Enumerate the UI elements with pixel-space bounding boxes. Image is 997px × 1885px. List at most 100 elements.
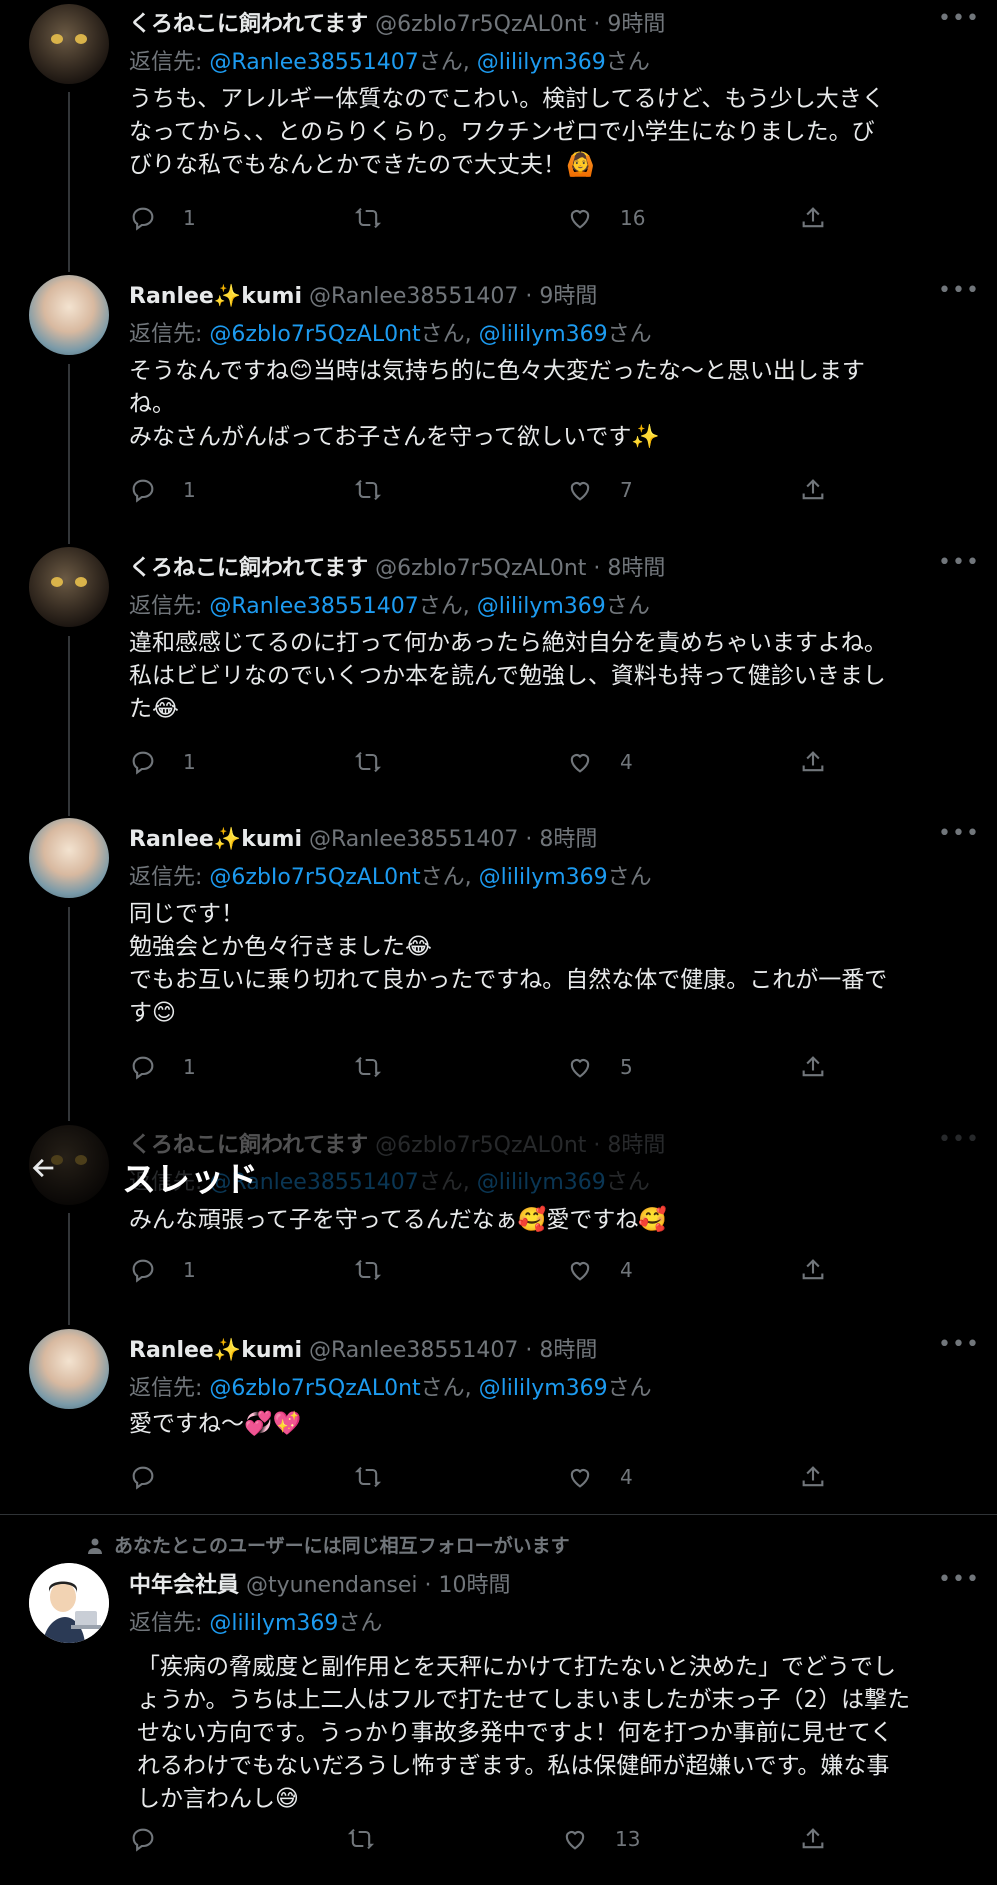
like-button[interactable]: 5 [566,1053,633,1081]
tweet[interactable]: あなたとこのユーザーには同じ相互フォローがいます 中年会社員 @tyunenda… [0,1515,997,1885]
avatar[interactable] [29,275,109,355]
retweet-icon [347,1828,375,1850]
share-button[interactable] [799,1053,827,1081]
share-button[interactable] [799,1825,827,1853]
more-icon[interactable]: ••• [938,6,980,31]
like-button[interactable]: 4 [566,748,633,776]
mention-link[interactable]: @lililym369 [477,594,606,619]
avatar[interactable] [29,547,109,627]
user-handle[interactable]: @6zbIo7r5QzAL0nt [375,556,586,581]
display-name[interactable]: くろねこに飼われてます [129,556,368,581]
avatar[interactable] [29,1329,109,1409]
display-name[interactable]: Ranlee✨kumi [129,284,302,309]
reply-icon [132,479,154,503]
retweet-icon [354,1466,382,1488]
display-name[interactable]: 中年会社員 [129,1573,239,1598]
reply-button[interactable]: 1 [129,1053,196,1081]
more-icon[interactable]: ••• [938,1567,980,1592]
share-button[interactable] [799,476,827,504]
retweet-button[interactable] [347,1825,401,1853]
tweet-header: Ranlee✨kumi @Ranlee38551407 · 9時間 [129,284,598,309]
like-button[interactable]: 13 [561,1825,640,1853]
reply-button[interactable]: 1 [129,1256,196,1284]
reply-count: 1 [183,1258,196,1282]
more-icon[interactable]: ••• [938,821,980,846]
avatar[interactable] [29,4,109,84]
reply-button[interactable] [129,1825,183,1853]
reply-count: 1 [183,478,196,502]
mention-link[interactable]: @lililym369 [477,50,606,75]
tweet[interactable]: くろねこに飼われてます @6zbIo7r5QzAL0nt · 9時間 ••• 返… [0,0,997,270]
avatar[interactable] [29,1563,109,1643]
retweet-button[interactable] [354,1463,408,1491]
more-icon[interactable]: ••• [938,1332,980,1357]
tweet[interactable]: Ranlee✨kumi @Ranlee38551407 · 9時間 ••• 返信… [0,272,997,542]
tweet-text: 「疾病の脅威度と副作用とを天秤にかけて打たないと決めた」でどうでし ょうか。うち… [137,1654,911,1812]
tweet-header: くろねこに飼われてます @6zbIo7r5QzAL0nt · 8時間 [129,556,666,581]
mention-link[interactable]: @6zbIo7r5QzAL0nt [209,865,420,890]
tweet[interactable]: Ranlee✨kumi @Ranlee38551407 · 8時間 ••• 返信… [0,815,997,1120]
share-button[interactable] [799,204,827,232]
timestamp[interactable]: 8時間 [607,556,665,581]
mention-link[interactable]: @6zbIo7r5QzAL0nt [209,1376,420,1401]
retweet-button[interactable] [354,476,408,504]
share-button[interactable] [799,1256,827,1284]
like-button[interactable]: 4 [566,1256,633,1284]
tweet-header: Ranlee✨kumi @Ranlee38551407 · 8時間 [129,1338,598,1363]
user-handle[interactable]: @Ranlee38551407 [309,1338,518,1363]
user-handle[interactable]: @tyunendansei [246,1573,418,1598]
display-name[interactable]: Ranlee✨kumi [129,1338,302,1363]
user-handle[interactable]: @6zbIo7r5QzAL0nt [375,12,586,37]
more-icon[interactable]: ••• [938,550,980,575]
reply-button[interactable]: 1 [129,204,196,232]
retweet-button[interactable] [354,1053,408,1081]
like-count: 5 [620,1055,633,1079]
more-icon[interactable]: ••• [938,278,980,303]
more-icon[interactable]: ••• [938,1127,980,1152]
reply-count: 1 [183,1055,196,1079]
reply-button[interactable]: 1 [129,748,196,776]
mention-link[interactable]: @Ranlee38551407 [209,50,418,75]
timestamp[interactable]: 9時間 [539,284,597,309]
timestamp[interactable]: 8時間 [539,1338,597,1363]
mention-link[interactable]: @lililym369 [479,865,608,890]
reply-button[interactable] [129,1463,183,1491]
tweet-header: くろねこに飼われてます @6zbIo7r5QzAL0nt · 9時間 [129,12,666,37]
like-button[interactable]: 4 [566,1463,633,1491]
reply-icon [132,207,154,231]
like-button[interactable]: 7 [566,476,633,504]
heart-icon [570,482,590,501]
retweet-button[interactable] [354,748,408,776]
reply-context: 返信先: @6zbIo7r5QzAL0ntさん, @lililym369さん [129,322,652,347]
timestamp[interactable]: 9時間 [607,12,665,37]
share-button[interactable] [799,1463,827,1491]
timestamp[interactable]: 8時間 [607,1133,665,1158]
arrow-left-icon[interactable] [30,1154,58,1190]
tweet[interactable]: くろねこに飼われてます @6zbIo7r5QzAL0nt · 8時間 ••• 返… [0,544,997,814]
reply-button[interactable]: 1 [129,476,196,504]
timestamp[interactable]: 8時間 [539,827,597,852]
user-handle[interactable]: @Ranlee38551407 [309,284,518,309]
tweet-actions: 1 4 [129,1256,829,1290]
mention-link[interactable]: @lililym369 [479,1376,608,1401]
user-handle[interactable]: @Ranlee38551407 [309,827,518,852]
retweet-icon [354,1056,382,1078]
share-icon [802,1056,824,1077]
reply-icon [132,751,154,775]
share-icon [802,1828,824,1849]
mention-link[interactable]: @lililym369 [209,1611,338,1636]
timestamp[interactable]: 10時間 [439,1573,511,1598]
retweet-icon [354,479,382,501]
display-name[interactable]: Ranlee✨kumi [129,827,302,852]
avatar[interactable] [29,818,109,898]
mention-link[interactable]: @Ranlee38551407 [209,594,418,619]
mention-link[interactable]: @6zbIo7r5QzAL0nt [209,322,420,347]
like-button[interactable]: 16 [566,204,645,232]
share-button[interactable] [799,748,827,776]
retweet-button[interactable] [354,204,408,232]
retweet-button[interactable] [354,1256,408,1284]
display-name[interactable]: くろねこに飼われてます [129,12,368,37]
mention-link[interactable]: @lililym369 [479,322,608,347]
tweet[interactable]: Ranlee✨kumi @Ranlee38551407 · 8時間 ••• 返信… [0,1328,997,1511]
like-count: 4 [620,750,633,774]
